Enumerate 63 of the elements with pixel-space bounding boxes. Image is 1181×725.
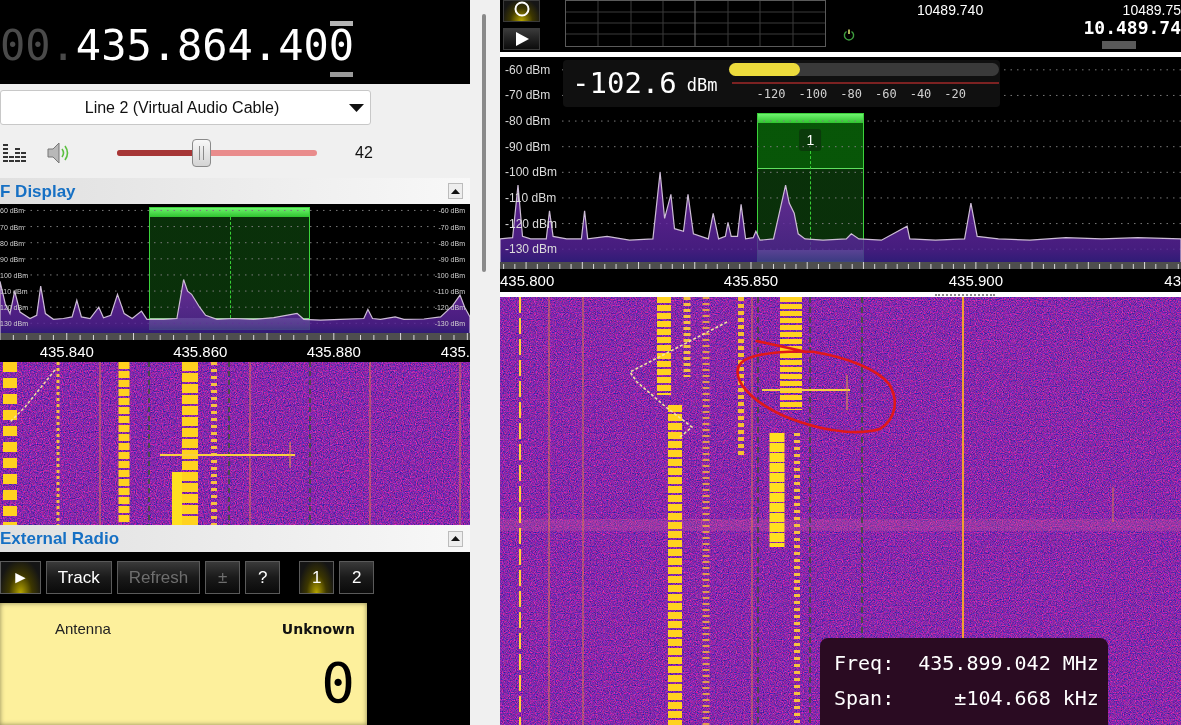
antenna-label: Antenna <box>55 619 111 639</box>
section-title: External Radio <box>0 530 120 547</box>
up-triangle-icon <box>451 188 460 194</box>
slider-thumb[interactable] <box>192 139 211 167</box>
meter-scale-label: -40 <box>909 87 932 101</box>
up-triangle-icon <box>451 536 460 541</box>
meter-scale-label: -80 <box>840 87 862 101</box>
tooltip-value: ±104.668 kHz <box>953 687 1099 709</box>
tooltip-value: 435.899.042 MHz <box>918 652 1099 674</box>
y-tick-label: -70 dBm <box>505 89 551 102</box>
meter-scale-label: -120 <box>756 87 786 101</box>
scrollbar-thumb[interactable] <box>482 14 486 272</box>
frequency-axis[interactable]: 435.800 435.850 435.900 43 <box>500 262 1181 292</box>
signal-unit: dBm <box>686 77 718 94</box>
cursor-digit[interactable]: 0 <box>328 21 355 77</box>
equalizer-icon[interactable] <box>3 144 27 162</box>
toolbar-button[interactable]: Track <box>45 561 112 594</box>
ring-button[interactable] <box>503 0 540 22</box>
x-tick-label: 43 <box>1164 272 1181 289</box>
ring-icon <box>513 1 530 17</box>
x-tick-label: 435. <box>440 343 470 360</box>
play-icon <box>514 32 529 46</box>
x-tick-label: 435.900 <box>948 272 1003 289</box>
y-tick-label: -90 dBm <box>505 140 551 153</box>
x-tick-label: 435.840 <box>39 343 94 360</box>
tooltip-label: Freq: <box>834 652 895 674</box>
x-tick-label: 435.850 <box>723 272 779 289</box>
meter-scale-label: -60 <box>875 87 897 101</box>
frequency-axis[interactable]: 435.840 435.860 435.880 435. <box>0 333 470 362</box>
collapse-button[interactable] <box>448 183 463 199</box>
volume-slider[interactable] <box>117 139 317 167</box>
large-frequency-readout: 10.489.74 <box>1083 18 1181 38</box>
frequency-readout: 10489.740 <box>917 2 984 18</box>
x-tick-label: 435.800 <box>500 272 555 289</box>
meter-scale-label: -100 <box>798 87 828 101</box>
volume-value: 42 <box>355 143 373 163</box>
channel-badge: 1 <box>799 129 822 151</box>
frequency-readout: 10489.75 <box>1122 2 1181 18</box>
toolbar-button[interactable]: ► <box>0 561 41 594</box>
y-tick-label: -100 dBm <box>505 166 558 179</box>
signal-value: -102.6 <box>572 69 677 98</box>
power-icon[interactable] <box>843 29 855 41</box>
section-title: F Display <box>0 182 76 200</box>
y-tick-label: -60 dBm <box>505 63 551 76</box>
x-tick-label: 435.880 <box>306 343 361 360</box>
antenna-status: Unknown <box>281 619 355 639</box>
frequency-prefix: 00. <box>0 26 76 66</box>
receiver-tab[interactable]: 1 <box>299 561 335 594</box>
audio-device-dropdown[interactable]: Line 2 (Virtual Audio Cable) <box>0 90 371 125</box>
caret-icon <box>349 103 364 112</box>
receiver-tab[interactable]: 2 <box>339 561 375 594</box>
digit-cursor-bar <box>1102 41 1136 49</box>
y-tick-label: -130 dBm <box>505 243 558 256</box>
x-tick-label: 435.860 <box>173 343 228 360</box>
collapse-button[interactable] <box>448 530 463 547</box>
antenna-value: 0 <box>321 654 355 711</box>
tooltip-label: Span: <box>834 687 895 709</box>
meter-scale-label: -20 <box>944 87 967 101</box>
play-button[interactable] <box>503 28 540 50</box>
y-tick-label: -80 dBm <box>505 115 551 128</box>
frequency-value[interactable]: 435.864.40 <box>75 26 329 66</box>
toolbar-button[interactable]: ? <box>245 561 281 594</box>
resize-handle[interactable] <box>935 293 995 296</box>
